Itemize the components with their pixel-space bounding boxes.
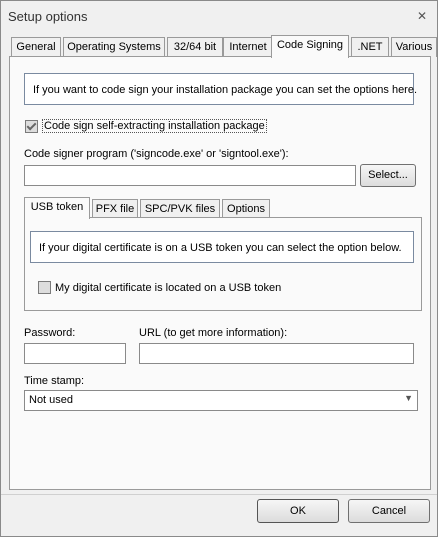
window-title: Setup options	[8, 9, 88, 24]
subtab-pfx-file[interactable]: PFX file	[92, 199, 138, 219]
password-input[interactable]	[24, 343, 126, 364]
url-input[interactable]	[139, 343, 414, 364]
signing-method-tab-strip: USB token PFX file SPC/PVK files Options	[24, 197, 416, 219]
title-bar: Setup options ✕	[1, 1, 437, 31]
tab-operating-systems[interactable]: Operating Systems	[63, 37, 165, 57]
usb-token-panel: If your digital certificate is on a USB …	[24, 217, 422, 311]
usb-token-checkbox-row[interactable]: My digital certificate is located on a U…	[38, 281, 281, 294]
code-sign-checkbox-row[interactable]: Code sign self-extracting installation p…	[25, 119, 267, 133]
main-tab-strip: General Operating Systems 32/64 bit Inte…	[9, 35, 437, 58]
chevron-down-icon[interactable]: ▼	[404, 393, 413, 403]
tab-dotnet[interactable]: .NET	[351, 37, 389, 57]
password-label: Password:	[24, 327, 76, 339]
cancel-button[interactable]: Cancel	[348, 499, 430, 523]
select-program-button[interactable]: Select...	[360, 164, 416, 187]
time-stamp-value: Not used	[29, 394, 74, 406]
setup-options-dialog: Setup options ✕ General Operating System…	[0, 0, 438, 537]
subtab-spc-pvk-files[interactable]: SPC/PVK files	[140, 199, 220, 219]
tab-32-64-bit[interactable]: 32/64 bit	[167, 37, 223, 57]
code-sign-checkbox[interactable]	[25, 119, 38, 133]
time-stamp-label: Time stamp:	[24, 375, 85, 387]
time-stamp-select[interactable]: Not used ▼	[24, 390, 418, 411]
subtab-options[interactable]: Options	[222, 199, 270, 219]
tab-general[interactable]: General	[11, 37, 61, 57]
subtab-usb-token[interactable]: USB token	[24, 197, 90, 219]
signer-program-input[interactable]	[24, 165, 356, 186]
ok-button[interactable]: OK	[257, 499, 339, 523]
signer-program-label: Code signer program ('signcode.exe' or '…	[24, 148, 289, 160]
code-signing-info: If you want to code sign your installati…	[24, 73, 417, 105]
url-label: URL (to get more information):	[139, 327, 288, 339]
tab-various[interactable]: Various	[391, 37, 437, 57]
usb-token-checkbox[interactable]	[38, 281, 51, 294]
code-sign-checkbox-label[interactable]: Code sign self-extracting installation p…	[42, 119, 267, 133]
tab-code-signing[interactable]: Code Signing	[271, 35, 349, 58]
usb-token-checkbox-label[interactable]: My digital certificate is located on a U…	[55, 282, 281, 294]
usb-token-info: If your digital certificate is on a USB …	[30, 231, 414, 263]
code-signing-panel: If you want to code sign your installati…	[9, 56, 431, 490]
close-icon[interactable]: ✕	[413, 7, 431, 25]
tab-internet[interactable]: Internet	[223, 37, 273, 57]
footer-separator	[1, 494, 437, 495]
